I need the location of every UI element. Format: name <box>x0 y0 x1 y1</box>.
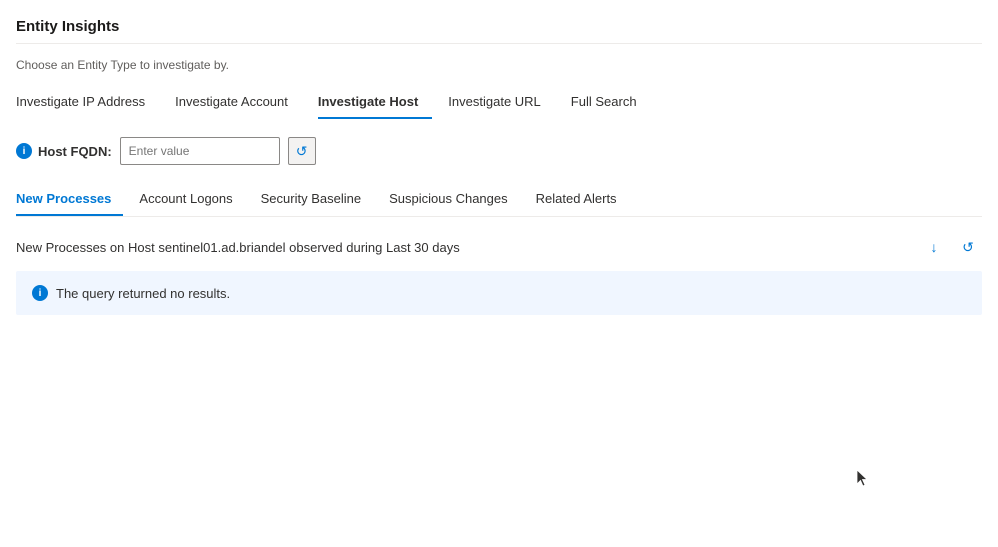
top-divider <box>16 43 982 44</box>
sub-tabs: New Processes Account Logons Security Ba… <box>16 185 982 217</box>
tab-investigate-account[interactable]: Investigate Account <box>175 88 302 119</box>
refresh-button[interactable]: ↺ <box>288 137 316 165</box>
download-icon: ↓ <box>931 239 938 255</box>
tab-investigate-url[interactable]: Investigate URL <box>448 88 555 119</box>
field-info-icon: i <box>16 143 32 159</box>
subtab-suspicious-changes[interactable]: Suspicious Changes <box>389 185 520 216</box>
results-header: New Processes on Host sentinel01.ad.bria… <box>16 233 982 261</box>
nav-tabs: Investigate IP Address Investigate Accou… <box>16 88 982 119</box>
tab-investigate-host[interactable]: Investigate Host <box>318 88 432 119</box>
label-group: i Host FQDN: <box>16 143 112 159</box>
results-title: New Processes on Host sentinel01.ad.bria… <box>16 240 460 255</box>
subtab-new-processes[interactable]: New Processes <box>16 185 123 216</box>
host-fqdn-input[interactable] <box>120 137 280 165</box>
subtab-security-baseline[interactable]: Security Baseline <box>261 185 373 216</box>
refresh-icon: ↺ <box>296 143 308 160</box>
subtab-account-logons[interactable]: Account Logons <box>139 185 244 216</box>
input-row: i Host FQDN: ↺ <box>16 137 982 165</box>
no-results-info-icon: i <box>32 285 48 301</box>
no-results-text: The query returned no results. <box>56 286 230 301</box>
tab-full-search[interactable]: Full Search <box>571 88 651 119</box>
subtitle: Choose an Entity Type to investigate by. <box>16 58 982 72</box>
no-results-box: i The query returned no results. <box>16 271 982 315</box>
page-container: Entity Insights Choose an Entity Type to… <box>0 0 998 331</box>
download-button[interactable]: ↓ <box>920 233 948 261</box>
reload-button[interactable]: ↺ <box>954 233 982 261</box>
cursor <box>856 469 868 487</box>
reload-icon: ↺ <box>962 239 974 256</box>
results-actions: ↓ ↺ <box>920 233 982 261</box>
tab-investigate-ip[interactable]: Investigate IP Address <box>16 88 159 119</box>
subtab-related-alerts[interactable]: Related Alerts <box>536 185 629 216</box>
page-title: Entity Insights <box>16 18 982 35</box>
host-fqdn-label: Host FQDN: <box>38 144 112 159</box>
